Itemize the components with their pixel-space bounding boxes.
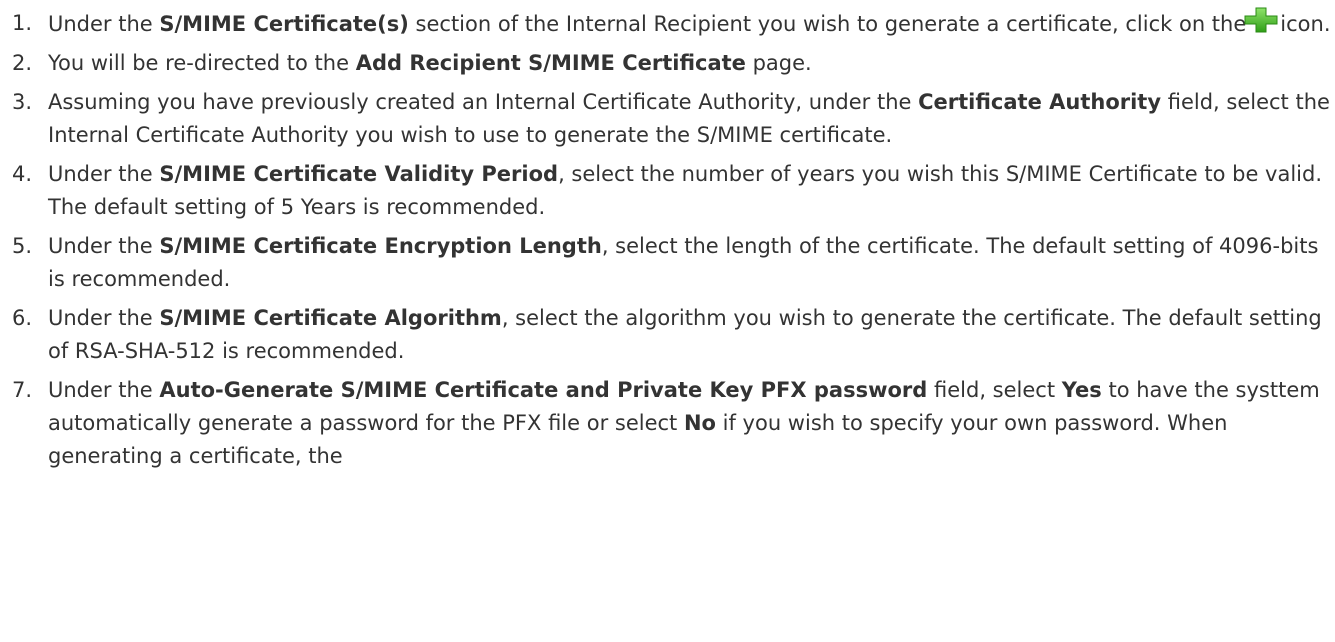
step-text: section of the Internal Recipient you wi…: [408, 12, 1247, 36]
step-option-no: No: [683, 411, 716, 435]
step-number: 1.: [12, 11, 33, 35]
step-term: Add Recipient S/MIME Certificate: [355, 51, 746, 75]
step-term: S/MIME Certificate Algorithm: [159, 306, 502, 330]
instruction-steps-list: 1. Under the S/MIME Certificate(s) secti…: [0, 7, 1335, 479]
step-number: 7.: [12, 378, 33, 402]
step-number: 2.: [12, 51, 33, 75]
step-term: S/MIME Certificate Encryption Length: [159, 234, 602, 258]
step-number: 5.: [12, 234, 33, 258]
step-6: 6. Under the S/MIME Certificate Algorith…: [0, 302, 1335, 368]
step-text: Under the: [48, 234, 160, 258]
step-1: 1. Under the S/MIME Certificate(s) secti…: [0, 7, 1335, 41]
step-option-yes: Yes: [1061, 378, 1102, 402]
document-page: 1. Under the S/MIME Certificate(s) secti…: [0, 0, 1335, 642]
step-2: 2. You will be re-directed to the Add Re…: [0, 47, 1335, 80]
step-term: Auto-Generate S/MIME Certificate and Pri…: [159, 378, 928, 402]
step-number: 3.: [12, 90, 33, 114]
step-term: S/MIME Certificate Validity Period: [159, 162, 559, 186]
step-text: Assuming you have previously created an …: [48, 90, 919, 114]
step-text: page.: [745, 51, 812, 75]
step-text: icon.: [1280, 12, 1331, 36]
step-text: Under the: [48, 162, 160, 186]
step-3: 3. Assuming you have previously created …: [0, 86, 1335, 152]
step-number: 4.: [12, 162, 33, 186]
step-text: field, select: [927, 378, 1062, 402]
step-5: 5. Under the S/MIME Certificate Encrypti…: [0, 230, 1335, 296]
step-text: Under the: [48, 378, 160, 402]
step-text: Under the: [48, 12, 160, 36]
step-number: 6.: [12, 306, 33, 330]
green-plus-icon: [1244, 7, 1278, 33]
step-7: 7. Under the Auto-Generate S/MIME Certif…: [0, 374, 1335, 473]
step-term: S/MIME Certificate(s): [159, 12, 409, 36]
step-text: Under the: [48, 306, 160, 330]
step-4: 4. Under the S/MIME Certificate Validity…: [0, 158, 1335, 224]
step-term: Certificate Authority: [918, 90, 1162, 114]
step-text: You will be re-directed to the: [48, 51, 356, 75]
